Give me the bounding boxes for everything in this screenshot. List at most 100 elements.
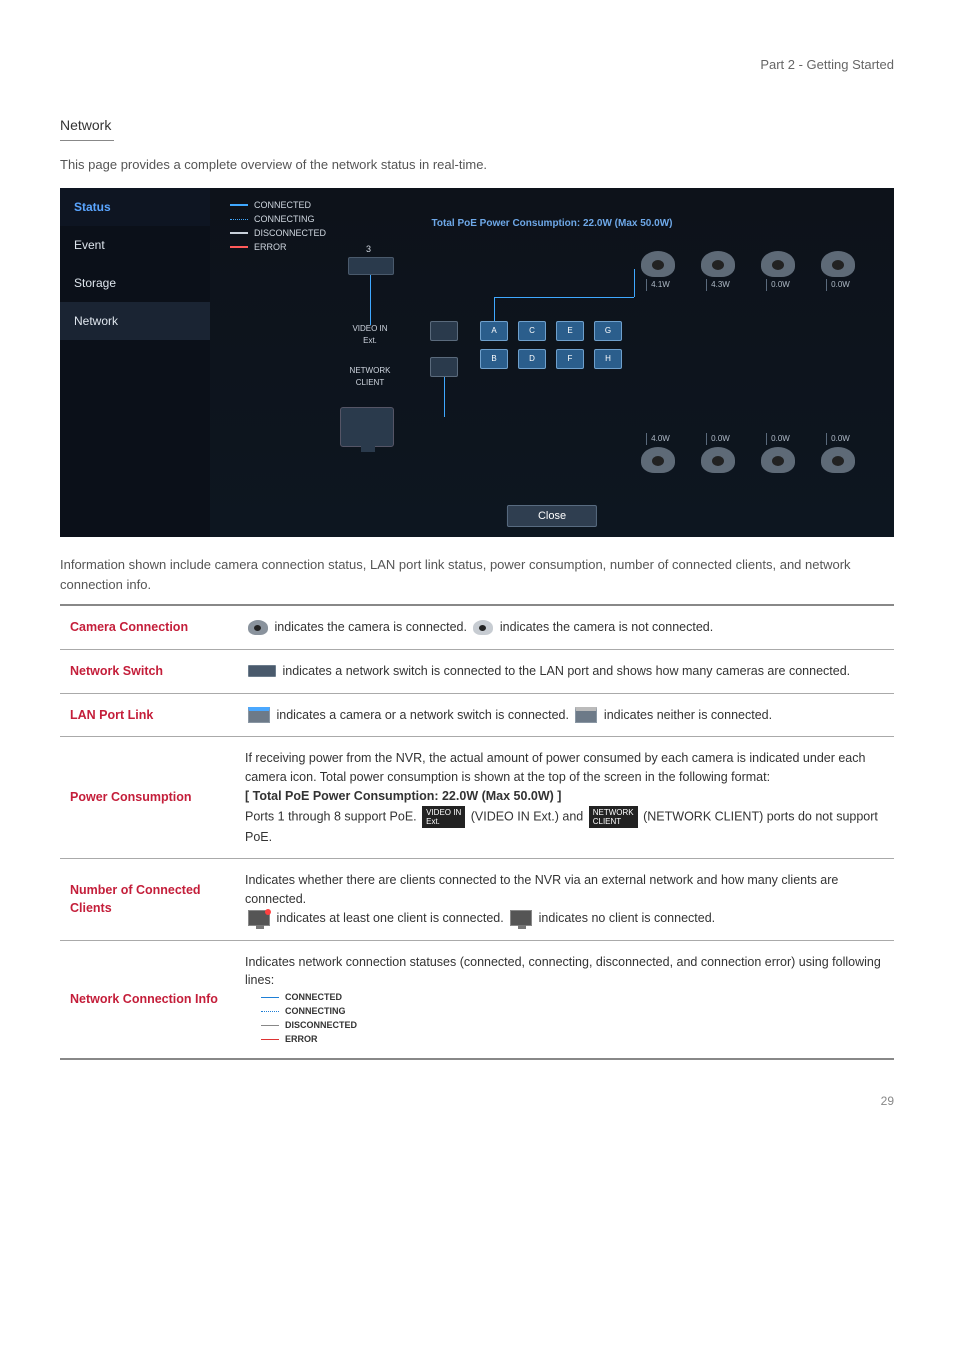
row-text: indicates neither is connected. — [600, 708, 772, 722]
status-label: CONNECTED — [285, 990, 342, 1004]
legend-line-connected — [230, 204, 248, 206]
page-number: 29 — [60, 1092, 894, 1110]
camera-connected-icon — [248, 620, 268, 635]
port-e: E — [556, 321, 584, 341]
client-connected-icon — [248, 910, 270, 926]
intro-text: This page provides a complete overview o… — [60, 155, 894, 175]
table-row: Network Switch indicates a network switc… — [60, 649, 894, 693]
port-h: H — [594, 349, 622, 369]
camera-row-bottom: 4.0W 0.0W 0.0W 0.0W — [636, 433, 860, 473]
port-g: G — [594, 321, 622, 341]
tab-storage[interactable]: Storage — [60, 264, 210, 302]
line-error-icon — [261, 1039, 279, 1040]
legend-label: ERROR — [254, 240, 287, 254]
row-heading: Network Connection Info — [60, 940, 235, 1059]
port-grid: A C E G B D F H — [480, 321, 622, 371]
camera-icon: 4.3W — [696, 251, 740, 291]
power-value: 4.1W — [646, 279, 670, 291]
row-heading: Number of Connected Clients — [60, 859, 235, 940]
network-switch-icon — [348, 257, 394, 275]
row-text: (VIDEO IN Ext.) and — [471, 809, 587, 823]
row-text: indicates the camera is connected. — [271, 620, 470, 634]
row-text: indicates a network switch is connected … — [279, 664, 850, 678]
network-client-port-icon — [430, 357, 458, 377]
client-monitor-icon — [340, 407, 394, 447]
breadcrumb: Part 2 - Getting Started — [60, 55, 894, 75]
close-button[interactable]: Close — [507, 505, 597, 527]
power-value: 0.0W — [706, 433, 730, 445]
camera-icon: 0.0W — [756, 251, 800, 291]
camera-row-top: 4.1W 4.3W 0.0W 0.0W — [636, 251, 860, 291]
row-body: Indicates whether there are clients conn… — [235, 859, 894, 940]
camera-icon: 4.1W — [636, 251, 680, 291]
main-panel: CONNECTED CONNECTING DISCONNECTED ERROR … — [210, 188, 894, 537]
table-row: Power Consumption If receiving power fro… — [60, 737, 894, 859]
legend-label: CONNECTING — [254, 212, 315, 226]
video-in-ext-badge: VIDEO IN Ext. — [422, 806, 465, 828]
power-value: 0.0W — [826, 279, 850, 291]
port-b: B — [480, 349, 508, 369]
network-client-badge: NETWORK CLIENT — [589, 806, 638, 828]
port-a: A — [480, 321, 508, 341]
lan-port-disconnected-icon — [575, 707, 597, 723]
wire — [634, 269, 635, 297]
port-c: C — [518, 321, 546, 341]
network-switch-icon — [248, 665, 276, 677]
network-diagram: 3 VIDEO IN Ext. NETWORK CLIENT A C E G B… — [230, 257, 874, 467]
tab-event[interactable]: Event — [60, 226, 210, 264]
legend-label: CONNECTED — [254, 198, 311, 212]
status-label: ERROR — [285, 1032, 318, 1046]
port-f: F — [556, 349, 584, 369]
row-text: indicates a camera or a network switch i… — [273, 708, 572, 722]
wire — [494, 297, 495, 321]
power-value: 4.3W — [706, 279, 730, 291]
row-text: Ports 1 through 8 support PoE. VIDEO IN … — [245, 806, 884, 847]
camera-disconnected-icon — [473, 620, 493, 635]
row-body: indicates a camera or a network switch i… — [235, 693, 894, 737]
line-disconnected-icon — [261, 1025, 279, 1026]
row-text: Indicates network connection statuses (c… — [245, 953, 884, 991]
table-row: LAN Port Link indicates a camera or a ne… — [60, 693, 894, 737]
row-text-bold: [ Total PoE Power Consumption: 22.0W (Ma… — [245, 787, 884, 806]
description-paragraph: Information shown include camera connect… — [60, 555, 894, 594]
legend-line-connecting — [230, 219, 248, 220]
row-body: indicates a network switch is connected … — [235, 649, 894, 693]
legend-line-error — [230, 246, 248, 248]
row-text: If receiving power from the NVR, the act… — [245, 749, 884, 787]
row-heading: Power Consumption — [60, 737, 235, 859]
sidebar: Status Event Storage Network — [60, 188, 210, 537]
camera-icon: 0.0W — [816, 433, 860, 473]
row-text: Ports 1 through 8 support PoE. — [245, 809, 420, 823]
legend-line-disconnected — [230, 232, 248, 234]
line-connecting-icon — [261, 1011, 279, 1012]
wire — [370, 275, 371, 325]
camera-icon: 4.0W — [636, 433, 680, 473]
row-body: indicates the camera is connected. indic… — [235, 605, 894, 649]
camera-icon: 0.0W — [756, 433, 800, 473]
power-value: 0.0W — [766, 279, 790, 291]
network-client-label: NETWORK CLIENT — [340, 365, 400, 389]
row-text: indicates the camera is not connected. — [496, 620, 713, 634]
status-label: CONNECTING — [285, 1004, 346, 1018]
network-status-window: Status Event Storage Network CONNECTED C… — [60, 188, 894, 537]
row-heading: LAN Port Link — [60, 693, 235, 737]
info-table: Camera Connection indicates the camera i… — [60, 604, 894, 1060]
row-heading: Camera Connection — [60, 605, 235, 649]
heading-underline — [60, 140, 114, 141]
table-row: Number of Connected Clients Indicates wh… — [60, 859, 894, 940]
video-in-ext-label: VIDEO IN Ext. — [340, 323, 400, 347]
row-heading: Network Switch — [60, 649, 235, 693]
power-value: 0.0W — [766, 433, 790, 445]
switch-camera-count: 3 — [366, 243, 371, 257]
lan-port-connected-icon — [248, 707, 270, 723]
tab-status[interactable]: Status — [60, 188, 210, 226]
row-text: indicates no client is connected. — [535, 911, 715, 925]
line-connected-icon — [261, 997, 279, 998]
tab-network[interactable]: Network — [60, 302, 210, 340]
status-lines-list: CONNECTED CONNECTING DISCONNECTED ERROR — [245, 990, 884, 1046]
legend-label: DISCONNECTED — [254, 226, 326, 240]
camera-icon: 0.0W — [696, 433, 740, 473]
section-heading: Network — [60, 115, 894, 136]
table-row: Network Connection Info Indicates networ… — [60, 940, 894, 1059]
camera-icon: 0.0W — [816, 251, 860, 291]
